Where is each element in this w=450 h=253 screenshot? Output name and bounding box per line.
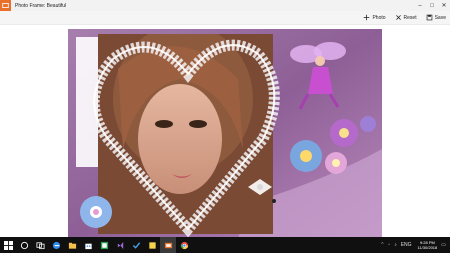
checkmark-icon bbox=[132, 241, 140, 249]
save-button-label: Save bbox=[434, 14, 446, 21]
taskbar: ⌃ ▫ ♪ ENG 9:28 PM 11/30/2018 ▭ bbox=[0, 237, 450, 253]
windows-logo-icon bbox=[3, 240, 13, 250]
taskbar-sticky[interactable] bbox=[144, 237, 160, 253]
file-explorer-icon bbox=[68, 242, 76, 249]
user-photo bbox=[98, 34, 273, 234]
reset-button[interactable]: Reset bbox=[395, 14, 417, 21]
window-title: Photo Frame: Beautiful bbox=[15, 2, 67, 9]
taskbar-edge[interactable] bbox=[48, 237, 64, 253]
language-indicator[interactable]: ENG bbox=[401, 242, 412, 248]
photo-frame-app-icon bbox=[164, 242, 172, 248]
flower-bottom-left bbox=[80, 196, 112, 228]
notes-icon bbox=[148, 241, 156, 249]
taskbar-visual-studio[interactable] bbox=[112, 237, 128, 253]
task-view-icon bbox=[35, 241, 45, 249]
system-tray: ⌃ ▫ ♪ ENG 9:28 PM 11/30/2018 ▭ bbox=[376, 240, 450, 250]
photo-button[interactable]: Photo bbox=[363, 14, 386, 21]
edge-browser-icon bbox=[52, 241, 60, 249]
taskbar-photo-frame[interactable] bbox=[160, 237, 176, 253]
notification-center-icon[interactable]: ▭ bbox=[441, 242, 446, 248]
taskbar-todo[interactable] bbox=[128, 237, 144, 253]
title-bar[interactable]: Photo Frame: Beautiful – □ ✕ bbox=[0, 0, 450, 11]
visual-studio-icon bbox=[117, 241, 123, 249]
cortana-icon bbox=[20, 241, 28, 249]
photo-frame-canvas[interactable] bbox=[68, 29, 382, 239]
reset-button-label: Reset bbox=[403, 14, 417, 21]
maximize-button[interactable]: □ bbox=[426, 0, 438, 11]
save-button[interactable]: Save bbox=[426, 14, 446, 21]
save-icon bbox=[426, 14, 432, 21]
clock-date: 11/30/2018 bbox=[417, 245, 438, 250]
app-window: Photo Frame: Beautiful – □ ✕ Photo Reset… bbox=[0, 0, 450, 239]
task-view-button[interactable] bbox=[32, 237, 48, 253]
chevron-up-icon[interactable]: ⌃ bbox=[380, 242, 384, 248]
chrome-browser-icon bbox=[180, 241, 188, 249]
command-bar: Photo Reset Save bbox=[0, 11, 450, 25]
taskbar-chrome[interactable] bbox=[176, 237, 192, 253]
close-button[interactable]: ✕ bbox=[438, 0, 450, 11]
spreadsheet-icon bbox=[100, 241, 108, 249]
taskbar-store[interactable] bbox=[80, 237, 96, 253]
add-icon bbox=[364, 14, 370, 21]
store-icon bbox=[84, 243, 92, 249]
minimize-button[interactable]: – bbox=[414, 0, 426, 11]
start-button[interactable] bbox=[0, 237, 16, 253]
reset-icon bbox=[395, 15, 401, 20]
network-icon[interactable]: ▫ bbox=[388, 242, 390, 248]
taskbar-app-green[interactable] bbox=[96, 237, 112, 253]
volume-icon[interactable]: ♪ bbox=[394, 242, 397, 248]
search-button[interactable] bbox=[16, 237, 32, 253]
clock[interactable]: 9:28 PM 11/30/2018 bbox=[418, 240, 438, 250]
app-logo-icon bbox=[0, 0, 11, 11]
photo-button-label: Photo bbox=[372, 14, 386, 21]
taskbar-explorer[interactable] bbox=[64, 237, 80, 253]
